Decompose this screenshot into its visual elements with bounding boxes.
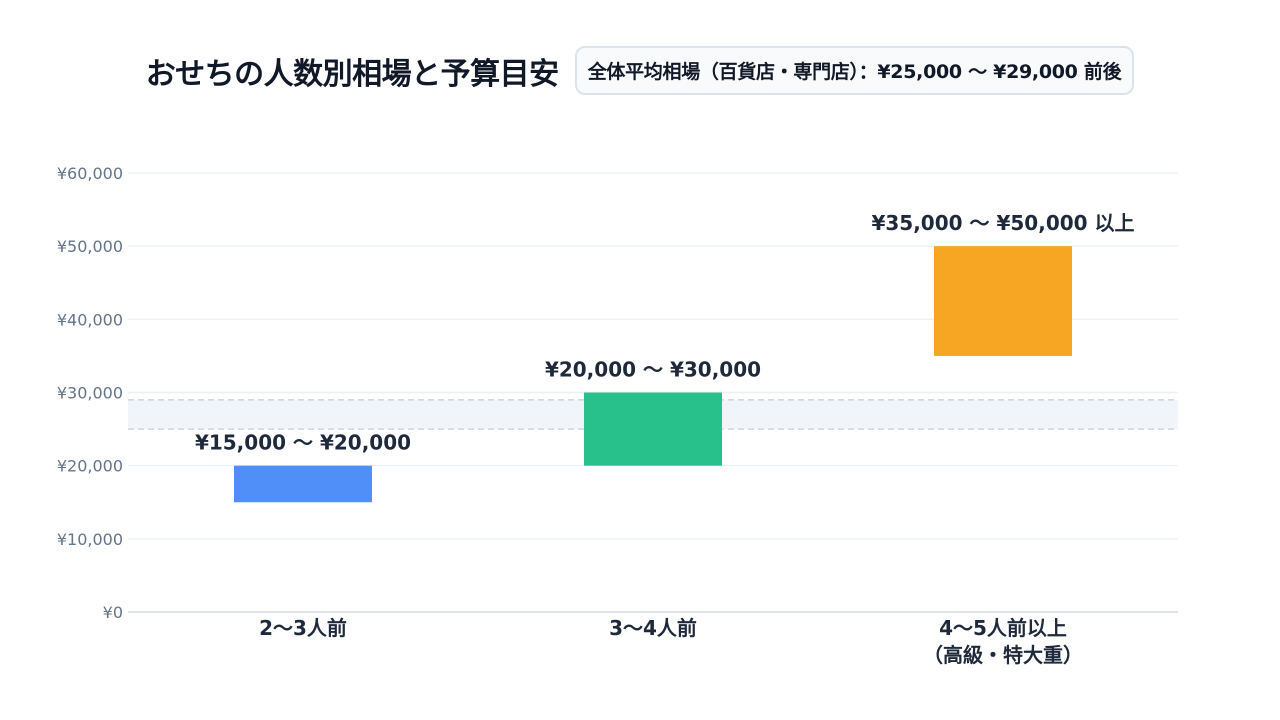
- x-category-label: 3〜4人前: [609, 616, 697, 640]
- price-range-bar: [234, 465, 372, 503]
- x-category-label: 4〜5人前以上: [939, 616, 1067, 640]
- x-category-label: （高級・特大重）: [923, 643, 1083, 667]
- bar-data-label: ¥20,000 〜 ¥30,000: [545, 358, 761, 382]
- y-tick-label: ¥10,000: [57, 530, 123, 549]
- y-tick-label: ¥20,000: [57, 457, 123, 476]
- y-tick-label: ¥30,000: [57, 384, 123, 403]
- price-range-bar: [934, 246, 1072, 356]
- x-category-label: 2〜3人前: [259, 616, 347, 640]
- y-tick-label: ¥0: [103, 603, 123, 622]
- y-tick-label: ¥60,000: [57, 164, 123, 183]
- bar-data-label: ¥15,000 〜 ¥20,000: [195, 431, 411, 455]
- range-bar-chart: ¥0 ¥10,000 ¥20,000 ¥30,000 ¥40,000 ¥50,000 ¥60…: [57, 164, 1178, 667]
- y-tick-label: ¥50,000: [57, 237, 123, 256]
- y-tick-label: ¥40,000: [57, 310, 123, 329]
- price-range-bar: [584, 392, 722, 466]
- bar-data-label: ¥35,000 〜 ¥50,000 以上: [871, 211, 1134, 235]
